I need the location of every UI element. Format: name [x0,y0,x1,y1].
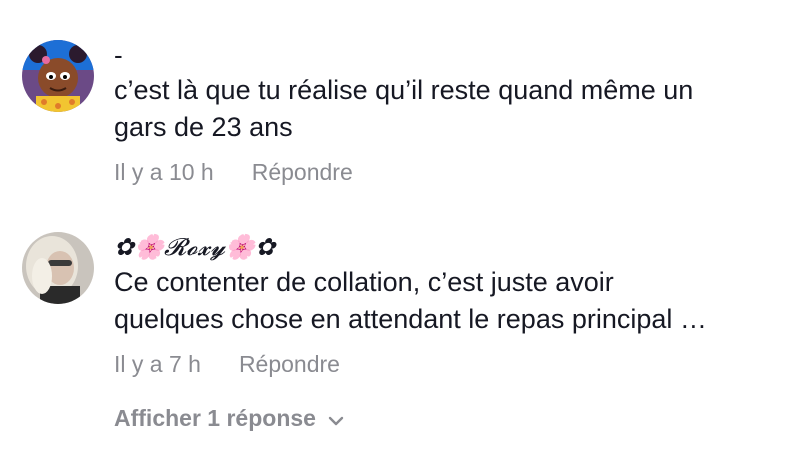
comment-text-line: Ce contenter de collation, c’est juste a… [114,267,614,297]
comment-text: c’est là que tu réalise qu’il reste quan… [114,72,790,146]
comment-timestamp: Il y a 10 h [114,159,214,185]
chevron-down-icon [328,403,344,433]
comment-text-line: gars de 23 ans [114,112,293,142]
avatar-photo-image [22,232,94,304]
comment-meta: Il y a 10 h Répondre [114,158,790,186]
comment-text: Ce contenter de collation, c’est juste a… [114,264,790,338]
comment-text-line: c’est là que tu réalise qu’il reste quan… [114,75,694,105]
avatar[interactable] [22,40,94,112]
view-replies-label: Afficher 1 réponse [114,405,316,431]
comment-timestamp: Il y a 7 h [114,351,201,377]
reply-button[interactable]: Répondre [239,350,340,378]
comment-meta: Il y a 7 h Répondre [114,350,790,378]
view-replies-button[interactable]: Afficher 1 réponse [114,403,344,433]
avatar-cartoon-image [22,40,94,112]
avatar[interactable] [22,232,94,304]
comment-text-line: quelques chose en attendant le repas pri… [114,304,707,334]
comment-username[interactable]: - [114,40,790,70]
comment-username[interactable]: ✿🌸𝓡𝓸𝔁𝔂🌸✿ [114,232,790,262]
reply-button[interactable]: Répondre [252,158,353,186]
